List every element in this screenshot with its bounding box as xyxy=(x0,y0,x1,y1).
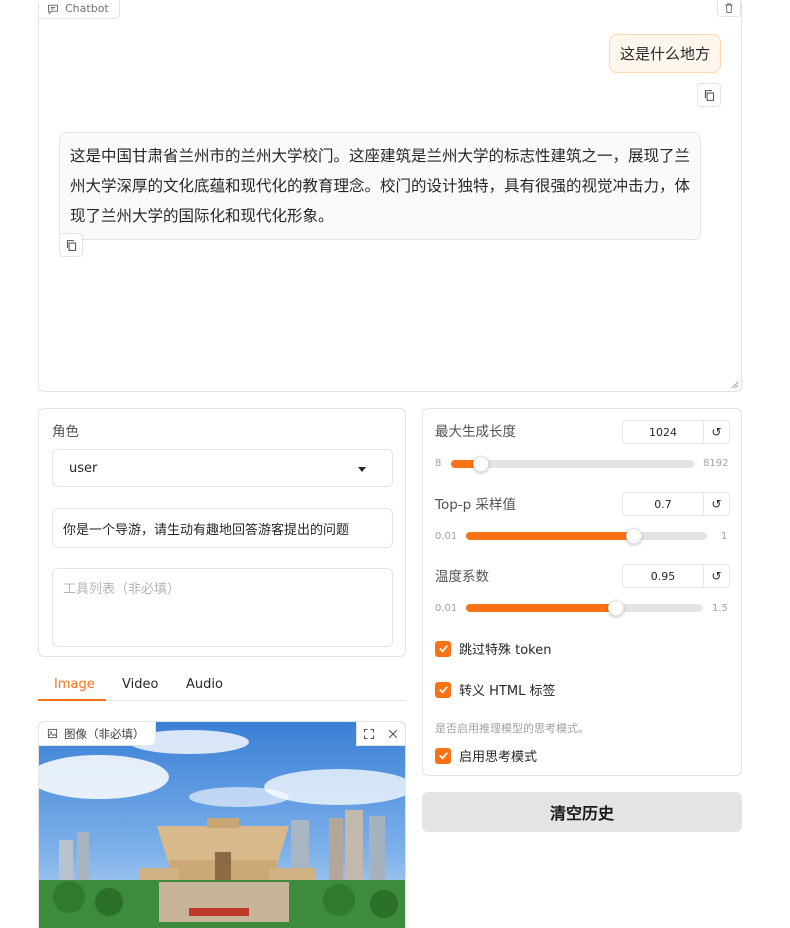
system-prompt-input[interactable] xyxy=(52,508,393,548)
top-p-slider[interactable] xyxy=(466,528,707,544)
fullscreen-button[interactable] xyxy=(357,722,381,746)
copy-icon xyxy=(704,89,714,101)
copy-icon xyxy=(66,239,76,251)
escape-html-label: 转义 HTML 标签 xyxy=(459,684,556,699)
chatbot-label-text: Chatbot xyxy=(65,2,109,15)
copy-assistant-message-button[interactable] xyxy=(59,233,83,257)
check-icon xyxy=(438,645,448,653)
image-label-text: 图像（非必填） xyxy=(64,726,145,741)
chat-icon xyxy=(48,4,58,15)
remove-image-button[interactable] xyxy=(381,722,405,746)
top-p-slider-fill xyxy=(466,532,634,540)
uploaded-photo xyxy=(39,722,405,928)
image-label: 图像（非必填） xyxy=(39,722,156,746)
max-length-slider[interactable] xyxy=(451,456,694,472)
input-settings-panel: 角色 user xyxy=(38,408,406,657)
temperature-max: 1.5 xyxy=(712,603,728,614)
max-length-min: 8 xyxy=(435,458,442,469)
top-p-label: Top-p 采样值 xyxy=(435,497,517,513)
top-p-min: 0.01 xyxy=(435,531,458,542)
fullscreen-icon xyxy=(363,728,375,740)
checkbox-checked[interactable] xyxy=(435,747,451,764)
role-dropdown[interactable]: user xyxy=(52,449,393,487)
user-message: 这是什么地方 xyxy=(608,34,721,73)
max-length-slider-thumb[interactable] xyxy=(473,456,490,472)
image-icon xyxy=(47,728,58,739)
checkbox-checked[interactable] xyxy=(435,640,451,657)
image-toolbar xyxy=(356,722,405,746)
generation-params-panel: 最大生成长度 1024 ↺ 8 8192 Top-p 采样值 0.7 ↺ 0.0… xyxy=(422,408,742,776)
role-label: 角色 xyxy=(52,424,79,440)
resize-handle-icon[interactable] xyxy=(729,379,739,389)
role-dropdown-value: user xyxy=(69,460,98,476)
top-p-slider-thumb[interactable] xyxy=(625,528,642,544)
temperature-value-input[interactable]: 0.95 xyxy=(622,564,704,588)
tab-image[interactable]: Image xyxy=(54,677,95,692)
close-icon xyxy=(388,729,398,739)
assistant-message: 这是中国甘肃省兰州市的兰州大学校门。这座建筑是兰州大学的标志性建筑之一，展现了兰… xyxy=(59,132,701,240)
check-icon xyxy=(438,752,448,760)
tab-audio[interactable]: Audio xyxy=(186,677,223,692)
escape-html-checkbox[interactable]: 转义 HTML 标签 xyxy=(435,680,555,699)
top-p-reset-button[interactable]: ↺ xyxy=(703,492,730,516)
max-length-value-input[interactable]: 1024 xyxy=(622,420,704,444)
skip-special-token-label: 跳过特殊 token xyxy=(459,643,552,658)
top-p-max: 1 xyxy=(721,531,728,542)
image-upload-box[interactable]: 图像（非必填） xyxy=(38,721,406,928)
active-tab-indicator xyxy=(38,699,106,701)
enable-thinking-checkbox[interactable]: 启用思考模式 xyxy=(435,746,537,765)
check-icon xyxy=(438,686,448,694)
chatbot-label: Chatbot xyxy=(39,0,120,19)
clear-chat-button[interactable] xyxy=(717,0,741,17)
temperature-slider-thumb[interactable] xyxy=(607,600,624,616)
skip-special-token-checkbox[interactable]: 跳过特殊 token xyxy=(435,639,552,658)
tab-video[interactable]: Video xyxy=(122,677,158,692)
max-length-reset-button[interactable]: ↺ xyxy=(703,420,730,444)
copy-user-message-button[interactable] xyxy=(697,83,721,107)
tools-list-input[interactable] xyxy=(52,568,393,647)
caret-down-icon xyxy=(358,467,366,472)
max-length-max: 8192 xyxy=(703,458,729,469)
clear-history-button[interactable]: 清空历史 xyxy=(422,792,742,832)
temperature-min: 0.01 xyxy=(435,603,458,614)
checkbox-checked[interactable] xyxy=(435,681,451,698)
chatbot-panel: Chatbot 这是什么地方 这是中国甘肃省兰州市的兰州大学校门。这座建筑是兰州… xyxy=(38,0,742,392)
temperature-label: 温度系数 xyxy=(435,569,489,585)
temperature-reset-button[interactable]: ↺ xyxy=(703,564,730,588)
temperature-slider-fill xyxy=(466,604,616,612)
top-p-value-input[interactable]: 0.7 xyxy=(622,492,704,516)
temperature-slider[interactable] xyxy=(466,600,703,616)
media-tabs: Image Video Audio xyxy=(38,670,406,701)
max-length-label: 最大生成长度 xyxy=(435,424,516,440)
thinking-mode-info: 是否启用推理模型的思考模式。 xyxy=(435,722,589,735)
enable-thinking-label: 启用思考模式 xyxy=(459,750,538,765)
trash-icon xyxy=(725,2,733,13)
